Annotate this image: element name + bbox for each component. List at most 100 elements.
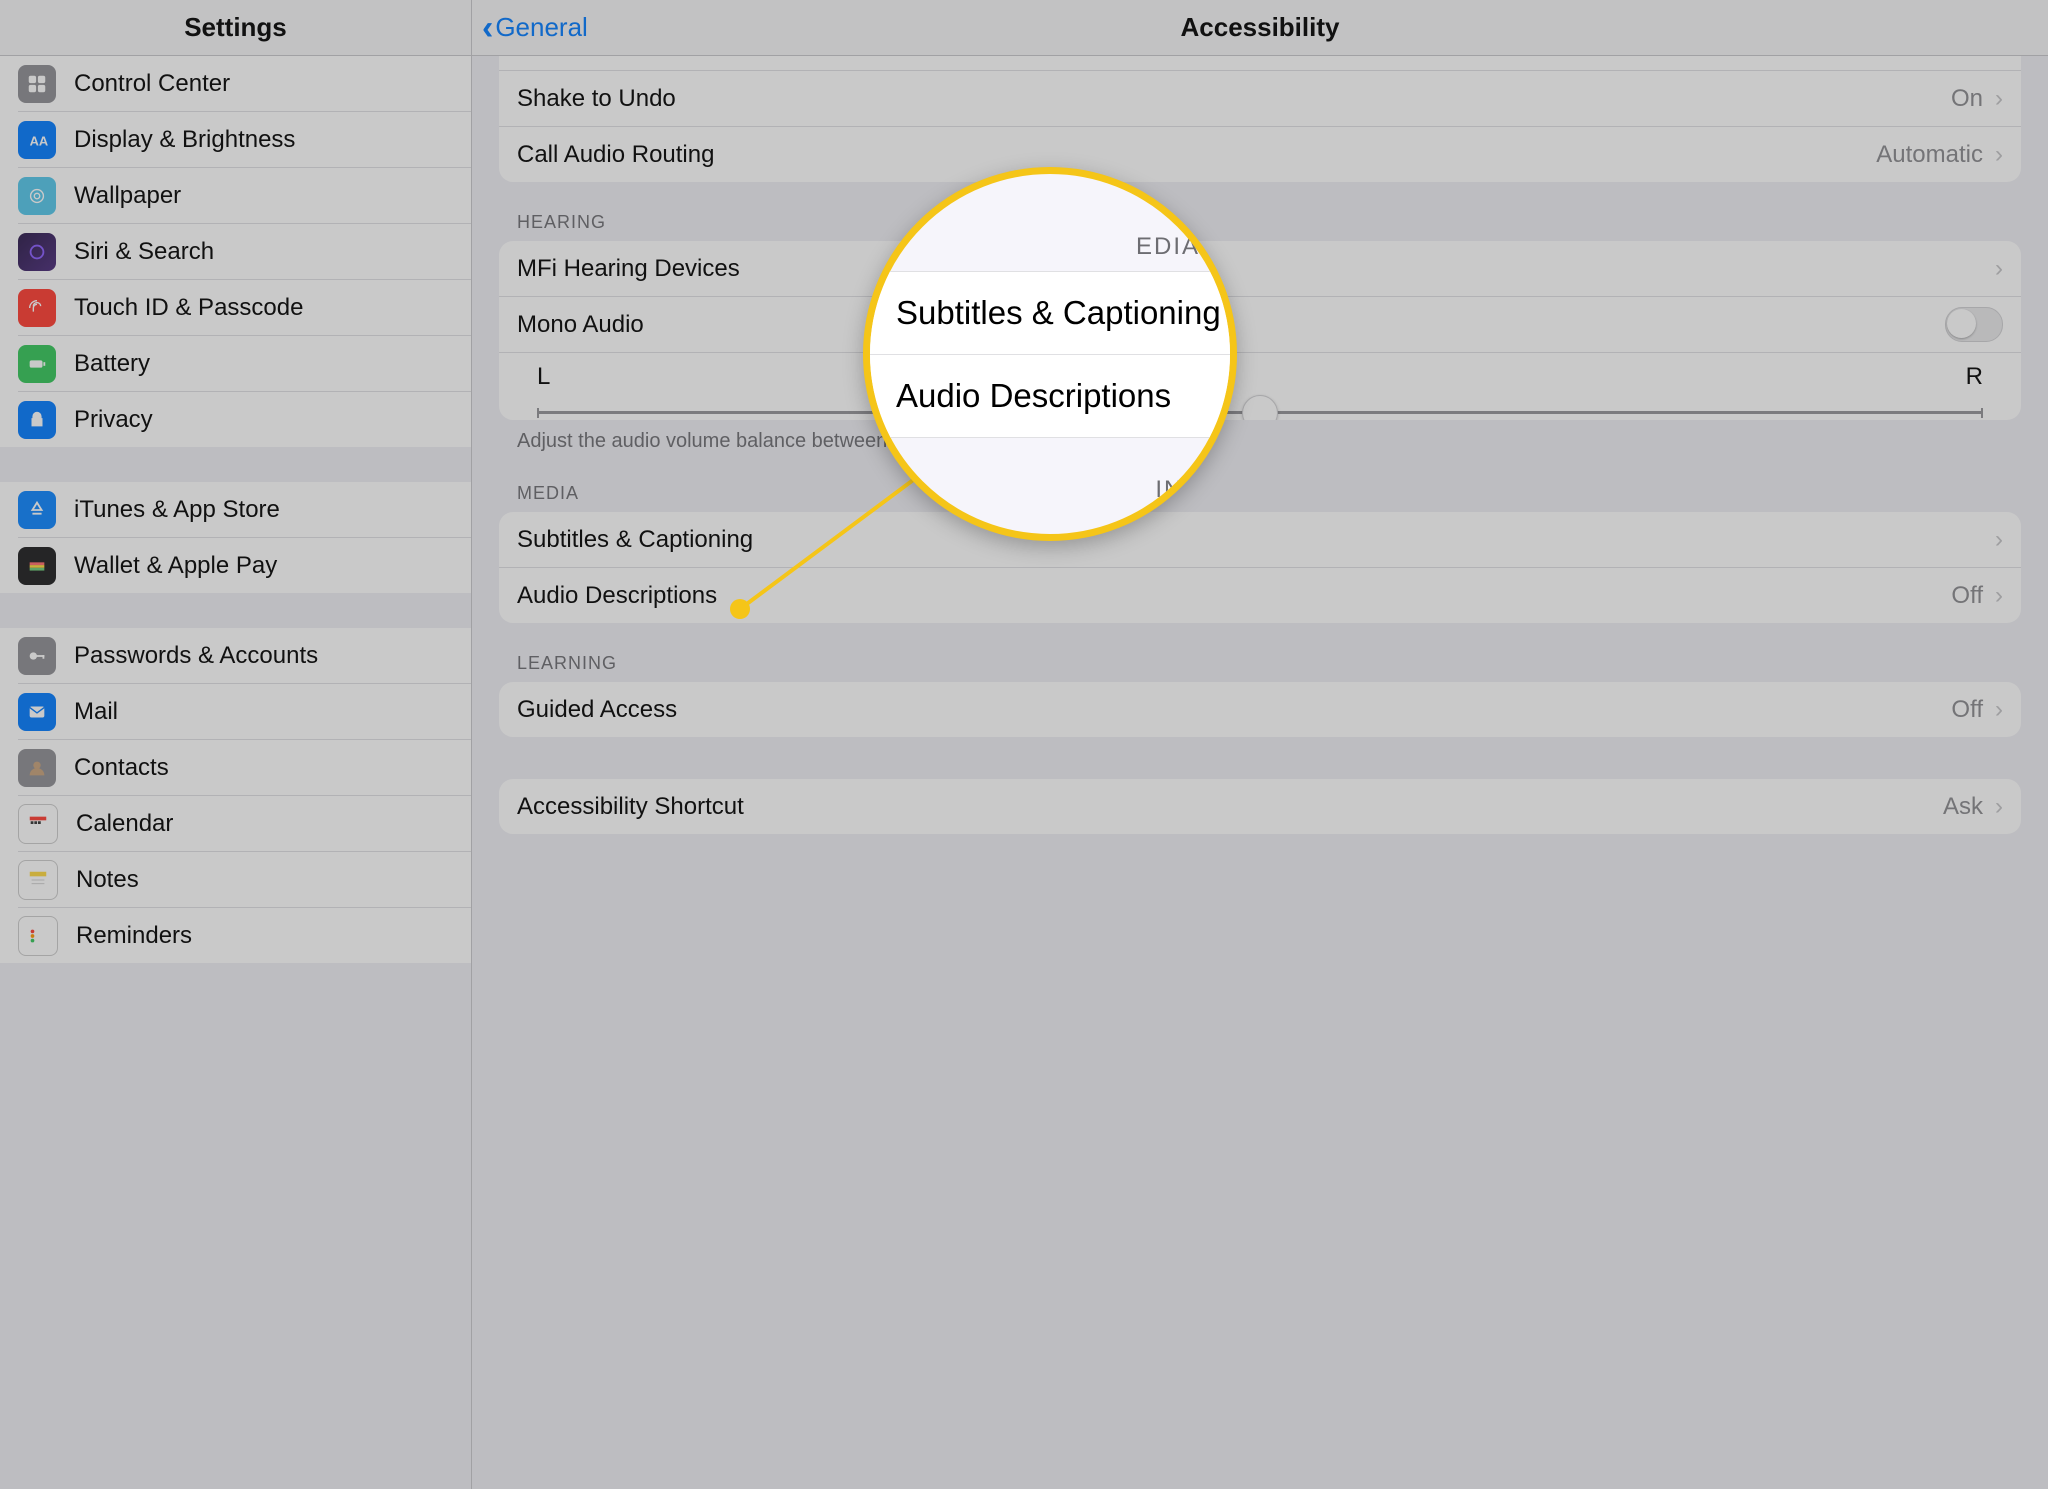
- magnifier-row-label: Audio Descriptions: [896, 377, 1171, 415]
- sidebar-item-label: Reminders: [76, 922, 192, 950]
- sidebar-item-label: Siri & Search: [74, 238, 214, 266]
- row-value: Automatic: [1876, 141, 1983, 169]
- key-icon: [18, 637, 56, 675]
- chevron-left-icon: ‹: [482, 11, 493, 45]
- svg-text:AA: AA: [30, 133, 48, 148]
- section-header-learning: LEARNING: [499, 623, 2021, 682]
- slider-knob[interactable]: [1242, 395, 1278, 420]
- calendar-icon: [18, 804, 58, 844]
- sidebar-item-label: Calendar: [76, 810, 173, 838]
- touch-id-icon: [18, 289, 56, 327]
- sidebar-item-label: Control Center: [74, 70, 230, 98]
- row-call-audio-routing[interactable]: Call Audio Routing Automatic ›: [499, 127, 2021, 182]
- magnifier-row-label: Subtitles & Captioning: [896, 294, 1221, 332]
- sidebar-item-control-center[interactable]: Control Center: [18, 56, 471, 112]
- magnifier-top-space: EDIA: [870, 174, 1230, 271]
- sidebar-item-label: Touch ID & Passcode: [74, 294, 303, 322]
- sidebar-item-contacts[interactable]: Contacts: [18, 740, 471, 796]
- sidebar-item-display-brightness[interactable]: AA Display & Brightness: [18, 112, 471, 168]
- row-label: Subtitles & Captioning: [517, 526, 1983, 554]
- balance-left-label: L: [537, 363, 550, 391]
- sidebar-group: Passwords & Accounts Mail Contacts: [0, 628, 471, 963]
- row-label: Audio Descriptions: [517, 582, 1951, 610]
- sidebar-item-wallet-apple-pay[interactable]: Wallet & Apple Pay: [18, 538, 471, 593]
- section-header-hearing: HEARING: [499, 182, 2021, 241]
- sidebar-item-label: Privacy: [74, 406, 153, 434]
- mono-audio-toggle[interactable]: [1945, 307, 2003, 342]
- row-value: Off: [1951, 582, 1983, 610]
- sidebar-item-privacy[interactable]: Privacy: [18, 392, 471, 447]
- row-label: Accessibility Shortcut: [517, 793, 1943, 821]
- notes-icon: [18, 860, 58, 900]
- sidebar-item-itunes-appstore[interactable]: iTunes & App Store: [18, 482, 471, 538]
- mail-icon: [18, 693, 56, 731]
- back-label: General: [495, 12, 588, 43]
- row-shake-to-undo[interactable]: Shake to Undo On ›: [499, 71, 2021, 127]
- chevron-right-icon: ›: [1995, 255, 2003, 283]
- row-label: MFi Hearing Devices: [517, 255, 1983, 283]
- section-footer-hearing: Adjust the audio volume balance between …: [499, 420, 2021, 453]
- sidebar-header: Settings: [0, 0, 471, 56]
- chevron-right-icon: ›: [1995, 793, 2003, 821]
- sidebar-item-label: Wallpaper: [74, 182, 181, 210]
- row-value: Ask: [1943, 793, 1983, 821]
- chevron-right-icon: ›: [1995, 696, 2003, 724]
- section-accessibility-shortcut: Accessibility Shortcut Ask ›: [499, 779, 2021, 834]
- sidebar-item-reminders[interactable]: Reminders: [18, 908, 471, 963]
- sidebar-group: iTunes & App Store Wallet & Apple Pay: [0, 482, 471, 593]
- row-audio-descriptions[interactable]: Audio Descriptions Off ›: [499, 568, 2021, 623]
- sidebar-item-label: Wallet & Apple Pay: [74, 552, 277, 580]
- sidebar-item-notes[interactable]: Notes: [18, 852, 471, 908]
- detail-content: Shake to Undo On › Call Audio Routing Au…: [472, 56, 2048, 1489]
- chevron-right-icon: ›: [1995, 85, 2003, 113]
- detail-header: ‹ General Accessibility: [472, 0, 2048, 56]
- row-label: Shake to Undo: [517, 85, 1951, 113]
- sidebar-item-siri-search[interactable]: Siri & Search: [18, 224, 471, 280]
- sidebar-item-label: Battery: [74, 350, 150, 378]
- row-mfi-hearing-devices[interactable]: MFi Hearing Devices ›: [499, 241, 2021, 297]
- section-interaction: Shake to Undo On › Call Audio Routing Au…: [499, 56, 2021, 182]
- row-guided-access[interactable]: Guided Access Off ›: [499, 682, 2021, 737]
- magnifier-row-audio-descriptions: Audio Descriptions: [870, 355, 1230, 437]
- back-button[interactable]: ‹ General: [472, 11, 588, 45]
- row-accessibility-shortcut[interactable]: Accessibility Shortcut Ask ›: [499, 779, 2021, 834]
- balance-right-label: R: [1966, 363, 1983, 391]
- row-spacer: [499, 56, 2021, 71]
- chevron-right-icon: ›: [1995, 582, 2003, 610]
- magnifier-bottom-space: ING: [870, 438, 1230, 535]
- sidebar-item-label: Passwords & Accounts: [74, 642, 318, 670]
- sidebar-item-passwords-accounts[interactable]: Passwords & Accounts: [18, 628, 471, 684]
- display-icon: AA: [18, 121, 56, 159]
- toggle-knob: [1947, 309, 1976, 338]
- sidebar-item-label: Mail: [74, 698, 118, 726]
- sidebar-item-label: iTunes & App Store: [74, 496, 280, 524]
- magnifier-header-fragment: EDIA: [1136, 233, 1200, 261]
- row-mono-audio[interactable]: Mono Audio: [499, 297, 2021, 353]
- sidebar-title: Settings: [184, 12, 287, 43]
- wallet-icon: [18, 547, 56, 585]
- wallpaper-icon: [18, 177, 56, 215]
- sidebar-item-label: Notes: [76, 866, 139, 894]
- magnifier-row-subtitles: Subtitles & Captioning: [870, 272, 1230, 355]
- row-label: Guided Access: [517, 696, 1951, 724]
- sidebar-item-label: Display & Brightness: [74, 126, 295, 154]
- magnifier-callout: EDIA Subtitles & Captioning Audio Descri…: [863, 167, 1237, 541]
- sidebar-item-wallpaper[interactable]: Wallpaper: [18, 168, 471, 224]
- balance-slider[interactable]: [537, 395, 1983, 398]
- row-label: Call Audio Routing: [517, 141, 1876, 169]
- settings-sidebar: Settings Control Center AA D: [0, 0, 472, 1489]
- contacts-icon: [18, 749, 56, 787]
- sidebar-list: Control Center AA Display & Brightness W…: [0, 56, 471, 1489]
- section-hearing: MFi Hearing Devices › Mono Audio L R: [499, 241, 2021, 420]
- sidebar-item-touch-id-passcode[interactable]: Touch ID & Passcode: [18, 280, 471, 336]
- privacy-icon: [18, 401, 56, 439]
- reminders-icon: [18, 916, 58, 956]
- sidebar-item-mail[interactable]: Mail: [18, 684, 471, 740]
- sidebar-item-calendar[interactable]: Calendar: [18, 796, 471, 852]
- row-audio-balance: L R: [499, 353, 2021, 420]
- control-center-icon: [18, 65, 56, 103]
- row-subtitles-captioning[interactable]: Subtitles & Captioning ›: [499, 512, 2021, 568]
- siri-icon: [18, 233, 56, 271]
- sidebar-item-battery[interactable]: Battery: [18, 336, 471, 392]
- sidebar-item-label: Contacts: [74, 754, 169, 782]
